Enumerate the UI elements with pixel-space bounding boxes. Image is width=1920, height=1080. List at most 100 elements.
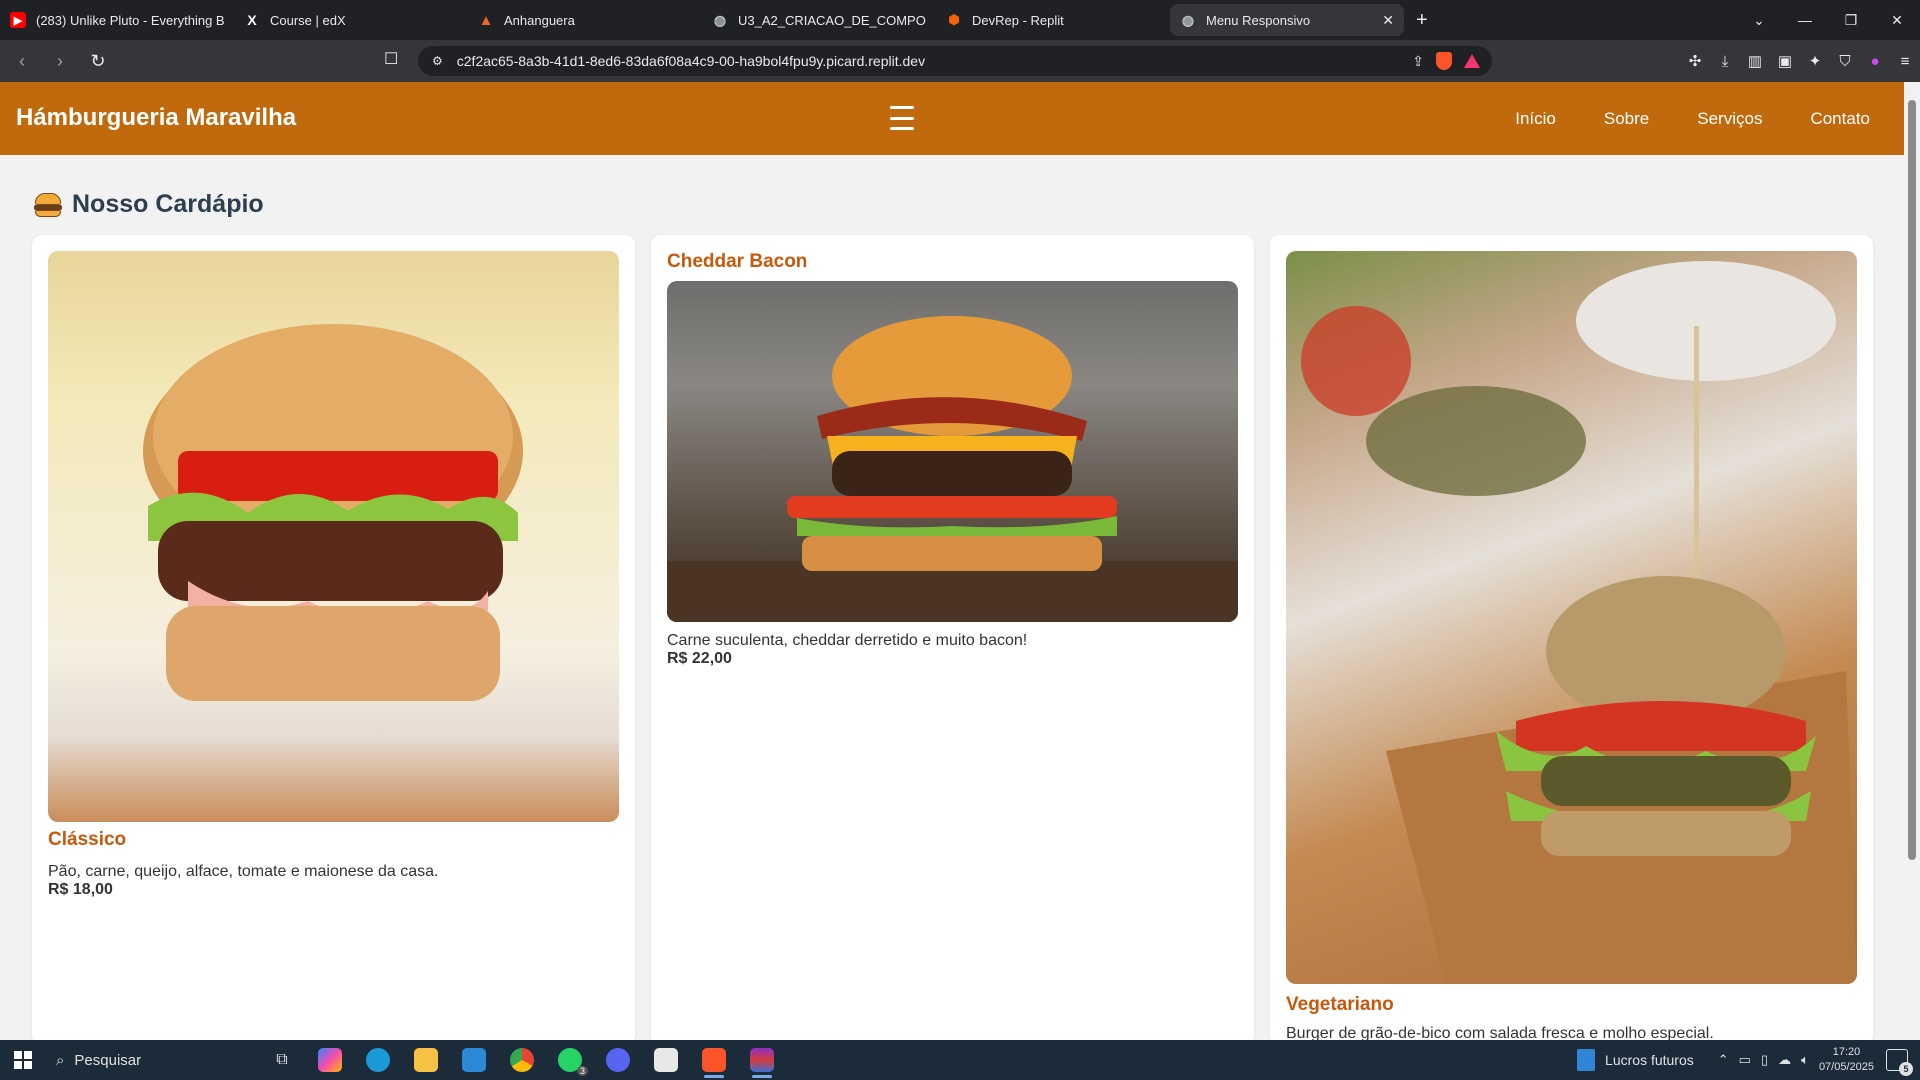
tab-search-icon[interactable]: ⌄ [1736,12,1782,29]
chevron-up-icon[interactable]: ⌃ [1718,1052,1729,1068]
nav-link-contato[interactable]: Contato [1810,109,1870,129]
classic-burger-image [48,251,619,822]
news-icon [1577,1049,1596,1071]
wallet-icon[interactable]: ▣ [1770,52,1800,70]
nav-link-inicio[interactable]: Início [1515,109,1556,129]
omnibox-actions: ⇪ [1412,46,1480,76]
nav-link-servicos[interactable]: Serviços [1697,109,1762,129]
new-tab-button[interactable]: + [1404,9,1440,32]
onedrive-icon[interactable]: ☁ [1778,1052,1791,1068]
restore-icon[interactable]: ❐ [1828,12,1874,29]
extensions-icon[interactable]: ✣ [1680,52,1710,70]
hamburger-emoji-icon [34,192,62,217]
browser-tab[interactable]: ⬢ DevRep - Replit [936,4,1170,36]
browser-tab[interactable]: X Course | edX [234,4,468,36]
item-price: R$ 22,00 [667,650,732,667]
start-button[interactable] [0,1040,46,1080]
search-icon: ⌕ [56,1051,65,1069]
back-icon[interactable]: ‹ [6,45,38,77]
main-nav: Início Sobre Serviços Contato [1467,82,1870,155]
windows-logo-icon [14,1051,32,1069]
item-title: Clássico [48,829,127,850]
vpn-icon[interactable]: ⛉ [1830,53,1860,70]
windows-taskbar: ⌕ Pesquisar ⧉ 3 Lucros futuros ⌃ ▭ ▯ ☁ 🔈… [0,1040,1920,1080]
close-window-icon[interactable]: ✕ [1874,12,1920,29]
profile-icon[interactable]: ● [1860,53,1890,70]
notification-count: 5 [1899,1062,1913,1076]
store-icon[interactable] [450,1040,498,1080]
window-controls: ⌄ — ❐ ✕ [1736,0,1920,40]
display-icon[interactable]: ▭ [1739,1052,1751,1068]
globe-icon: ◍ [713,11,727,28]
news-headline: Lucros futuros [1605,1052,1694,1068]
tab-title: U3_A2_CRIACAO_DE_COMPONENTE [738,12,926,28]
tab-title: DevRep - Replit [972,12,1064,28]
search-placeholder: Pesquisar [74,1051,142,1069]
sidebar-icon[interactable]: ▥ [1740,52,1770,70]
menu-icon[interactable]: ≡ [1890,53,1920,70]
cheddar-bacon-illustration [667,316,1238,622]
share-icon[interactable]: ⇪ [1412,53,1424,70]
brand-title[interactable]: Hámburgueria Maravilha [16,104,296,132]
site-settings-icon[interactable]: ⚙ [432,54,443,68]
file-explorer-icon[interactable] [402,1040,450,1080]
close-tab-icon[interactable]: ✕ [1382,12,1394,29]
url-text[interactable]: c2f2ac65-8a3b-41d1-8ed6-83da6f08a4c9-00-… [457,53,925,69]
browser-tab[interactable]: ▲ Anhanguera [468,4,702,36]
hamburger-menu-icon[interactable] [890,106,914,130]
tab-title: (283) Unlike Pluto - Everything Black [36,12,224,28]
notes-app-icon[interactable] [642,1040,690,1080]
cheddar-bacon-burger-image [667,281,1238,622]
classic-burger-illustration [143,324,523,701]
youtube-icon: ▶ [10,12,26,28]
meet-icon[interactable]: ▯ [1761,1052,1768,1068]
tab-title: Course | edX [270,12,346,28]
address-bar[interactable]: ⚙ c2f2ac65-8a3b-41d1-8ed6-83da6f08a4c9-0… [418,46,1492,76]
item-title: Vegetariano [1286,994,1394,1015]
tab-title: Anhanguera [504,12,575,28]
extensions-area: ✣ ⤓ ▥ ▣ ✦ ⛉ ● ≡ [1680,40,1920,82]
task-view-icon[interactable]: ⧉ [258,1040,306,1080]
downloads-icon[interactable]: ⤓ [1710,53,1740,70]
page-title: Nosso Cardápio [72,190,264,218]
item-description: Pão, carne, queijo, alface, tomate e mai… [48,863,439,880]
whatsapp-icon[interactable]: 3 [546,1040,594,1080]
browser-tab-active[interactable]: ◍ Menu Responsivo ✕ [1170,4,1404,36]
nav-link-sobre[interactable]: Sobre [1604,109,1649,129]
system-tray: Lucros futuros ⌃ ▭ ▯ ☁ 🔈︎ 17:20 07/05/20… [1577,1040,1920,1080]
forward-icon[interactable]: › [44,45,76,77]
item-price: R$ 18,00 [48,881,113,898]
whatsapp-badge: 3 [576,1066,588,1076]
brave-rewards-icon[interactable] [1464,54,1480,68]
winrar-icon[interactable] [738,1040,786,1080]
browser-tab[interactable]: ◍ U3_A2_CRIACAO_DE_COMPONENTE [702,4,936,36]
reload-icon[interactable]: ↻ [82,45,114,77]
browser-tab[interactable]: ▶ (283) Unlike Pluto - Everything Black [0,4,234,36]
tab-title: Menu Responsivo [1206,12,1311,28]
leo-ai-icon[interactable]: ✦ [1800,52,1830,70]
copilot-icon[interactable] [306,1040,354,1080]
taskbar-search[interactable]: ⌕ Pesquisar [56,1052,246,1069]
system-clock[interactable]: 17:20 07/05/2025 [1819,1045,1874,1075]
brave-icon[interactable] [690,1040,738,1080]
chrome-icon[interactable] [498,1040,546,1080]
replit-icon: ⬢ [948,12,960,27]
discord-icon[interactable] [594,1040,642,1080]
edge-icon[interactable] [354,1040,402,1080]
taskbar-apps: ⧉ 3 [258,1040,786,1080]
browser-tab-strip: ▶ (283) Unlike Pluto - Everything Black … [0,0,1920,40]
brave-shields-icon[interactable] [1436,52,1452,70]
volume-icon[interactable]: 🔈︎ [1801,1052,1809,1068]
page-scrollbar-thumb[interactable] [1908,100,1916,860]
news-widget[interactable]: Lucros futuros [1577,1049,1694,1071]
bookmark-icon[interactable]: ☐ [384,49,398,69]
clock-date: 07/05/2025 [1818,1061,1874,1073]
site-header: Hámburgueria Maravilha Início Sobre Serv… [0,82,1904,155]
notification-center-icon[interactable]: 5 [1886,1049,1913,1076]
edx-icon: X [247,12,257,28]
minimize-icon[interactable]: — [1782,12,1828,28]
globe-icon: ◍ [1181,11,1195,28]
browser-toolbar: ‹ › ↻ ☐ ⚙ c2f2ac65-8a3b-41d1-8ed6-83da6f… [0,40,1920,82]
menu-card-classico: Clássico Pão, carne, queijo, alface, tom… [32,235,635,1045]
item-title: Cheddar Bacon [667,251,808,272]
